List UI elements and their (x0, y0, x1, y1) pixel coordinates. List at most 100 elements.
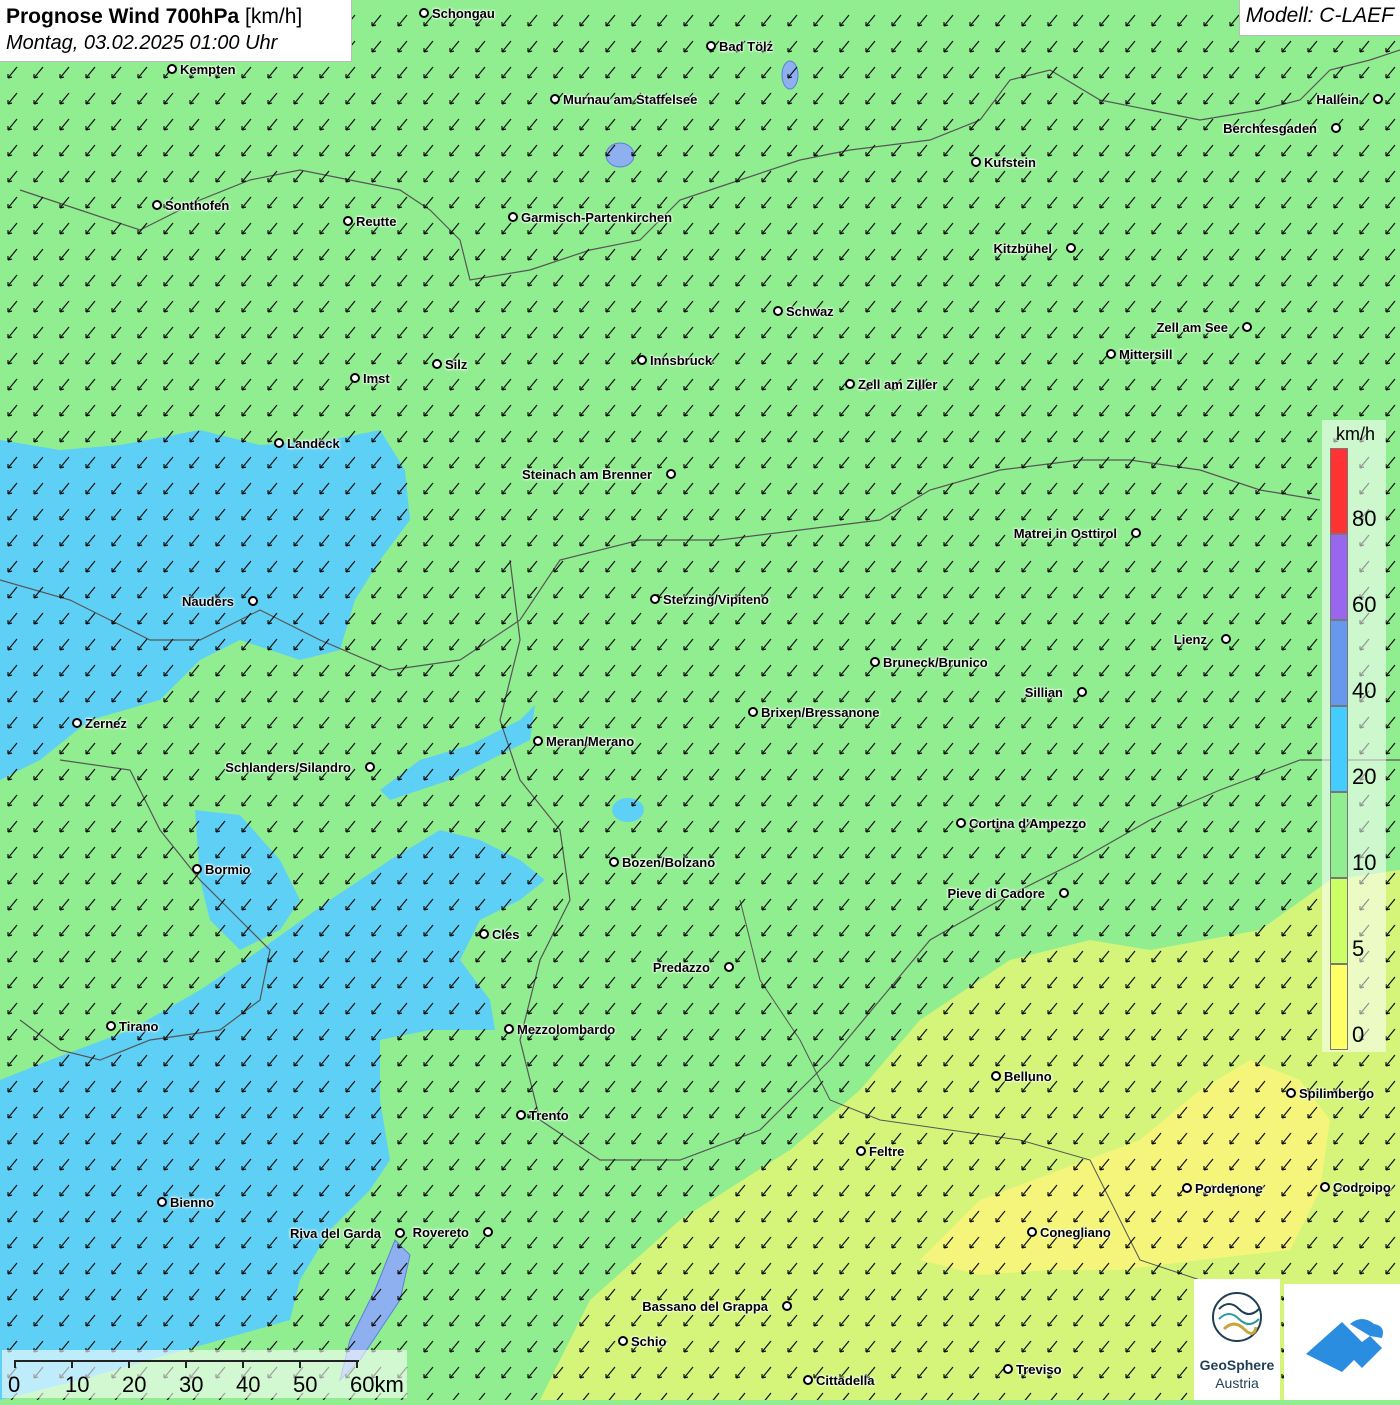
title-box: Prognose Wind 700hPa [km/h] Montag, 03.0… (0, 0, 352, 62)
city-dot-icon (483, 1227, 493, 1237)
scale-label: 30 (179, 1372, 204, 1397)
city-dot-icon (533, 736, 543, 746)
legend-bin (1330, 964, 1348, 1050)
city-label: Conegliano (1040, 1225, 1111, 1240)
city-dot-icon (1106, 349, 1116, 359)
scale-tick (185, 1360, 187, 1368)
city-dot-icon (432, 359, 442, 369)
city-dot-icon (395, 1228, 405, 1238)
city-label: Lienz (1173, 632, 1207, 647)
model-label: Modell: C-LAEF (1238, 0, 1400, 36)
city-label: Zell am Ziller (858, 377, 938, 392)
city-label: Sterzing/Vipiteno (663, 592, 769, 607)
city-label: Bozen/Bolzano (622, 855, 716, 870)
scale-tick (299, 1360, 301, 1368)
city-dot-icon (1320, 1182, 1330, 1192)
city-label: Schlanders/Silandro (225, 760, 351, 775)
map-title: Prognose Wind 700hPa [km/h] (6, 4, 345, 30)
city-label: Nauders (181, 594, 234, 609)
city-dot-icon (365, 762, 375, 772)
scale-label: 40 (236, 1372, 261, 1397)
city-label: Cittadella (816, 1373, 875, 1388)
city-dot-icon (1182, 1183, 1192, 1193)
city-label: Reutte (356, 214, 397, 229)
legend-bin (1330, 620, 1348, 706)
map-title-main: Prognose Wind 700hPa (6, 5, 240, 28)
legend-label: 40 (1352, 678, 1377, 703)
legend-label: 60 (1352, 592, 1377, 617)
city-label: Bienno (170, 1195, 215, 1210)
cloud-arrow-icon (1306, 1319, 1383, 1372)
city-label: Hallein (1316, 92, 1359, 107)
legend-bin (1330, 878, 1348, 964)
city-label: Bassano del Grappa (642, 1299, 768, 1314)
city-dot-icon (1131, 528, 1141, 538)
city-dot-icon (782, 1301, 792, 1311)
legend-label: 20 (1352, 764, 1377, 789)
scale-tick (14, 1360, 16, 1368)
city-label: Schio (631, 1334, 667, 1349)
city-label: Bad Tölz (719, 39, 774, 54)
city-dot-icon (504, 1024, 514, 1034)
city-dot-icon (724, 962, 734, 972)
city-label: Feltre (869, 1144, 905, 1159)
legend-label: 5 (1352, 936, 1365, 961)
city-dot-icon (748, 707, 758, 717)
city-dot-icon (706, 41, 716, 51)
city-label: Pieve di Cadore (947, 886, 1045, 901)
city-label: Mittersill (1119, 347, 1173, 362)
geosphere-emblem-icon (1212, 1292, 1262, 1342)
legend-bin (1330, 534, 1348, 620)
scale-label: 10 (65, 1372, 90, 1397)
city-dot-icon (1373, 94, 1383, 104)
city-dot-icon (167, 64, 177, 74)
city-label: Meran/Merano (546, 734, 635, 749)
city-label: Codroipo (1333, 1180, 1391, 1195)
city-label: Treviso (1016, 1362, 1062, 1377)
city-label: Predazzo (652, 960, 710, 975)
city-label: Berchtesgaden (1223, 121, 1317, 136)
city-dot-icon (870, 657, 880, 667)
map-title-unit: [km/h] (245, 5, 303, 28)
app-logo[interactable] (1284, 1284, 1400, 1400)
scale-bar: 0 10 20 30 40 50 60km (2, 1350, 407, 1398)
city-label: Steinach am Brenner (521, 467, 652, 482)
city-dot-icon (550, 94, 560, 104)
geosphere-logo[interactable]: GeoSphere Austria (1194, 1279, 1280, 1400)
city-dot-icon (192, 864, 202, 874)
city-label: Rovereto (412, 1225, 469, 1240)
city-label: Pordenone (1195, 1181, 1263, 1196)
city-label: Belluno (1004, 1069, 1052, 1084)
logo-name-line1: GeoSphere (1199, 1357, 1275, 1373)
forecast-datetime: Montag, 03.02.2025 01:00 Uhr (6, 32, 278, 54)
city-label: Riva del Garda (289, 1226, 381, 1241)
city-dot-icon (1059, 888, 1069, 898)
city-dot-icon (1077, 687, 1087, 697)
scale-label: 60km (350, 1372, 404, 1397)
city-dot-icon (1003, 1364, 1013, 1374)
city-dot-icon (1286, 1088, 1296, 1098)
lake-reschensee (612, 798, 644, 822)
city-dot-icon (72, 718, 82, 728)
scale-tick (128, 1360, 130, 1368)
city-dot-icon (1221, 634, 1231, 644)
city-label: Bruneck/Brunico (883, 655, 988, 670)
city-label: Zell am See (1156, 320, 1228, 335)
legend-label: 80 (1352, 506, 1377, 531)
city-dot-icon (650, 594, 660, 604)
scale-tick (356, 1360, 358, 1368)
city-label: Spilimbergo (1299, 1086, 1375, 1101)
city-dot-icon (479, 929, 489, 939)
legend-label: 10 (1352, 850, 1377, 875)
city-label: Landeck (287, 436, 340, 451)
scale-label: 20 (122, 1372, 147, 1397)
city-dot-icon (508, 212, 518, 222)
legend-bin (1330, 448, 1348, 534)
city-dot-icon (856, 1146, 866, 1156)
city-label: Matrei in Osttirol (1013, 526, 1117, 541)
city-label: Imst (363, 371, 390, 386)
legend-unit: km/h (1336, 424, 1376, 444)
city-dot-icon (248, 596, 258, 606)
scale-tick (71, 1360, 73, 1368)
city-dot-icon (274, 438, 284, 448)
